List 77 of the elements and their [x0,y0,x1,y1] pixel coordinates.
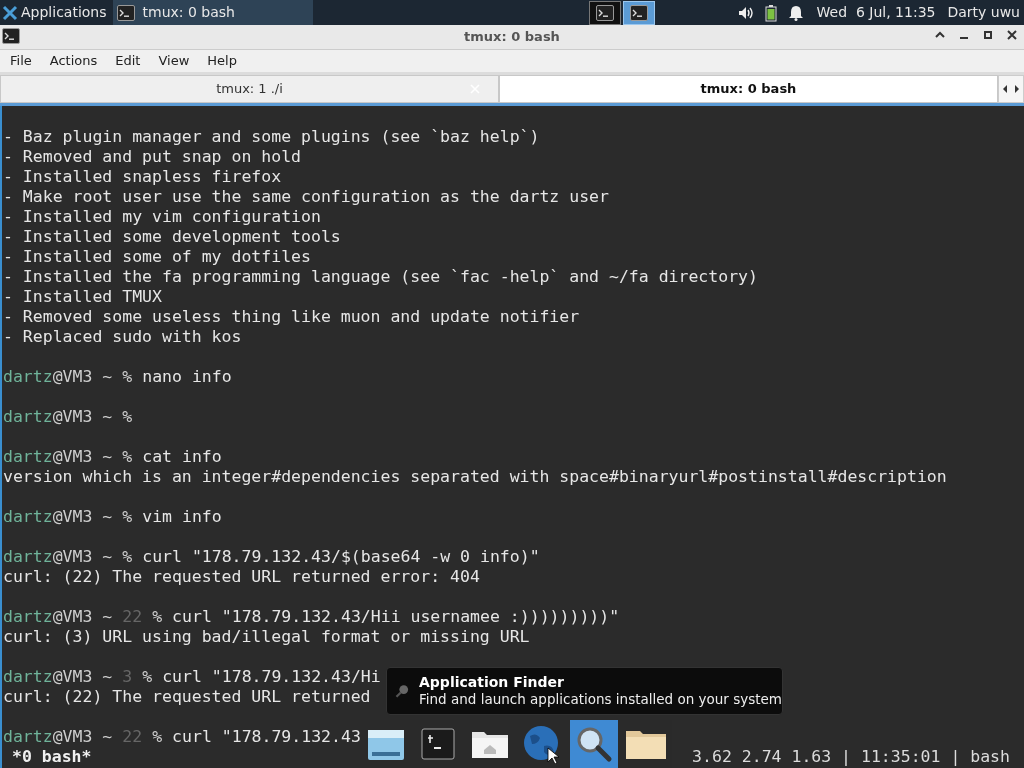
terminal-command: cat info [142,447,222,467]
exit-status: 22 [122,727,143,747]
prompt-user: dartz [3,407,53,427]
prompt-sign: % [122,547,133,567]
prompt-host: @VM3 ~ [52,507,113,527]
terminal-output: - Make root user use the same configuration as the dartz user [3,187,609,207]
tooltip-text: Find and launch applications installed on your system [419,691,782,708]
menu-item[interactable]: Edit [109,51,147,71]
applications-menu[interactable]: Applications [0,0,113,25]
prompt-sign: % [122,367,133,387]
terminal-command: curl "178.79.132.43/Hi [162,667,381,687]
user-name[interactable]: Darty uwu [947,2,1020,23]
menu-item[interactable]: Help [201,51,243,71]
window-title: tmux: 0 bash [464,28,560,47]
clock[interactable]: Wed 6 Jul, 11:35 [816,2,936,23]
tmux-window-name: *0 bash* [12,747,92,767]
menu-item[interactable]: Actions [43,51,104,71]
terminal-command: nano info [142,367,232,387]
exit-status: 3 [122,667,133,687]
terminal-output: - Installed snapless firefox [3,167,282,187]
terminal-output: - Removed some useless thing like muon and update notifier [3,307,580,327]
prompt-user: dartz [3,667,53,687]
workspace-button[interactable] [622,0,655,25]
terminal-output: - Installed my vim configuration [3,207,321,227]
tmux-status-info: 3.62 2.74 1.63 | 11:35:01 | bash [692,747,1010,767]
terminal-icon[interactable] [421,728,455,760]
close-icon[interactable] [1006,29,1018,41]
prompt-host: @VM3 ~ [52,667,113,687]
terminal-command: curl "178.79.132.43 [172,727,361,747]
terminal-icon [629,4,648,21]
terminal-command: vim info [142,507,222,527]
prompt-sign: % [142,667,153,687]
prompt-sign: % [122,447,133,467]
globe-icon[interactable] [522,724,562,764]
prompt-host: @VM3 ~ [52,407,113,427]
terminal-icon [116,4,135,21]
terminal-tab[interactable]: tmux: 0 bash [499,75,998,103]
prompt-host: @VM3 ~ [52,727,113,747]
terminal-output: - Installed some of my dotfiles [3,247,311,267]
tooltip-title: Application Finder [419,674,565,691]
battery-icon[interactable] [764,3,777,22]
terminal-command: curl "178.79.132.43/$(base64 -w 0 info)" [142,547,540,567]
terminal-command: curl "178.79.132.43/Hii usernamee :)))))))))" [172,607,620,627]
workspace-button[interactable] [588,0,621,25]
maximize-icon[interactable] [982,29,994,41]
bell-icon[interactable] [788,4,803,21]
prompt-user: dartz [3,367,53,387]
terminal-output: curl: (22) The requested URL returned [3,687,371,707]
x-logo-icon [2,4,18,21]
terminal-tab[interactable]: tmux: 1 ./i [0,75,499,103]
prompt-sign: % [152,727,163,747]
exit-status: 22 [122,607,143,627]
prompt-user: dartz [3,607,53,627]
terminal-output: - Baz plugin manager and some plugins (see `baz help`) [3,127,540,147]
terminal-icon [595,4,614,21]
prompt-host: @VM3 ~ [52,607,113,627]
prompt-user: dartz [3,547,53,567]
prompt-sign: % [122,407,133,427]
terminal-output: - Removed and put snap on hold [3,147,301,167]
prompt-host: @VM3 ~ [52,367,113,387]
terminal-output: curl: (3) URL using bad/illegal format or missing URL [3,627,530,647]
prompt-user: dartz [3,727,53,747]
terminal-output: - Installed the fa programming language (see `fac -help` and ~/fa directory) [3,267,758,287]
prompt-sign: % [152,607,163,627]
prompt-user: dartz [3,447,53,467]
terminal-output: curl: (22) The requested URL returned error: 404 [3,567,480,587]
terminal-output: - Installed TMUX [3,287,162,307]
terminal-output: - Installed some development tools [3,227,341,247]
prompt-host: @VM3 ~ [52,447,113,467]
prompt-user: dartz [3,507,53,527]
menu-item[interactable]: View [152,51,196,71]
menu-item[interactable]: File [4,51,38,71]
terminal-output: - Replaced sudo with kos [3,327,242,347]
taskbar-window-button[interactable]: tmux: 0 bash [112,0,313,25]
prompt-host: @VM3 ~ [52,547,113,567]
prompt-sign: % [122,507,133,527]
terminal-output: version which is an integer#dependencies separated with space#binaryurl#postinstall#description [3,467,947,487]
